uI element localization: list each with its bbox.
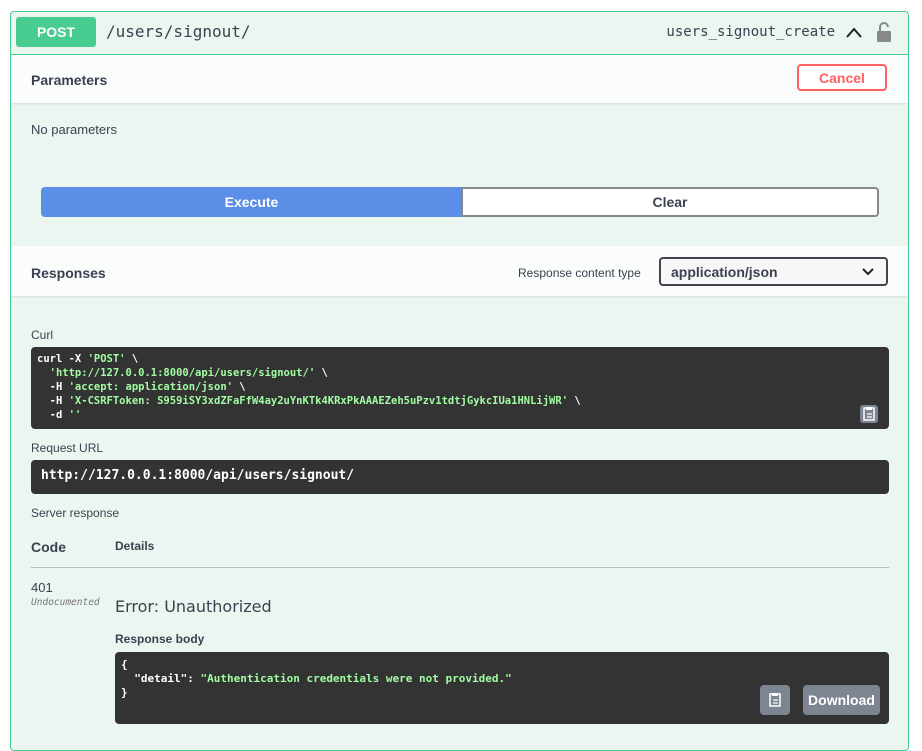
curl-text: \ bbox=[315, 367, 328, 379]
parameters-header: Parameters bbox=[11, 55, 908, 103]
operation-id: users_signout_create bbox=[666, 24, 835, 40]
response-content-type-select[interactable]: application/json bbox=[659, 257, 888, 286]
server-response-label: Server response bbox=[31, 506, 120, 520]
json-brace: } bbox=[121, 686, 128, 699]
json-value: "Authentication credentials were not pro… bbox=[200, 672, 512, 685]
download-button[interactable]: Download bbox=[803, 685, 880, 715]
copy-response-button[interactable] bbox=[760, 685, 790, 715]
curl-code-block: curl -X 'POST' \ 'http://127.0.0.1:8000/… bbox=[31, 347, 889, 429]
chevron-up-icon[interactable] bbox=[844, 24, 864, 42]
curl-string: 'POST' bbox=[87, 353, 126, 365]
response-content-type-label: Response content type bbox=[518, 266, 641, 280]
responses-title: Responses bbox=[31, 265, 106, 281]
request-url-label: Request URL bbox=[31, 441, 104, 455]
json-separator: : bbox=[187, 672, 201, 685]
response-status-code: 401 bbox=[31, 580, 53, 595]
response-content-type-value: application/json bbox=[671, 263, 778, 280]
operation-block: POST /users/signout/ users_signout_creat… bbox=[10, 11, 909, 751]
no-parameters-text: No parameters bbox=[31, 122, 117, 137]
curl-text: curl -X bbox=[37, 353, 88, 365]
curl-text: \ bbox=[125, 353, 139, 365]
json-brace: { bbox=[121, 658, 128, 671]
json-key: "detail" bbox=[121, 672, 188, 685]
parameters-title: Parameters bbox=[31, 72, 108, 88]
code-column-header: Code bbox=[31, 539, 66, 555]
copy-to-clipboard-icon bbox=[769, 693, 781, 707]
curl-string: 'X-CSRFToken: S959iSY3xdZFaFfW4ay2uYnKTk… bbox=[68, 395, 569, 407]
copy-to-clipboard-icon[interactable] bbox=[860, 405, 878, 423]
curl-text: -d bbox=[37, 409, 69, 421]
clear-button[interactable]: Clear bbox=[461, 187, 879, 217]
curl-text: \ bbox=[232, 381, 246, 393]
curl-text: -H bbox=[37, 395, 69, 407]
curl-text: -H bbox=[37, 381, 69, 393]
response-error-message: Error: Unauthorized bbox=[115, 597, 272, 616]
curl-string: 'http://127.0.0.1:8000/api/users/signout… bbox=[37, 367, 316, 379]
chevron-down-icon bbox=[862, 268, 874, 276]
divider bbox=[31, 567, 889, 568]
undocumented-flag: Undocumented bbox=[31, 597, 100, 608]
method-badge: POST bbox=[16, 17, 96, 47]
details-column-header: Details bbox=[115, 539, 155, 553]
curl-label: Curl bbox=[31, 328, 54, 342]
endpoint-path: /users/signout/ bbox=[106, 22, 251, 41]
execute-button[interactable]: Execute bbox=[41, 187, 462, 217]
response-body-label: Response body bbox=[115, 632, 205, 646]
curl-text: \ bbox=[568, 395, 581, 407]
curl-string: 'accept: application/json' bbox=[68, 381, 233, 393]
unlock-icon[interactable] bbox=[875, 21, 893, 43]
cancel-button[interactable]: Cancel bbox=[797, 64, 887, 91]
request-url-value: http://127.0.0.1:8000/api/users/signout/ bbox=[31, 460, 889, 494]
operation-summary[interactable]: POST /users/signout/ users_signout_creat… bbox=[11, 12, 908, 55]
curl-string: '' bbox=[68, 409, 82, 421]
